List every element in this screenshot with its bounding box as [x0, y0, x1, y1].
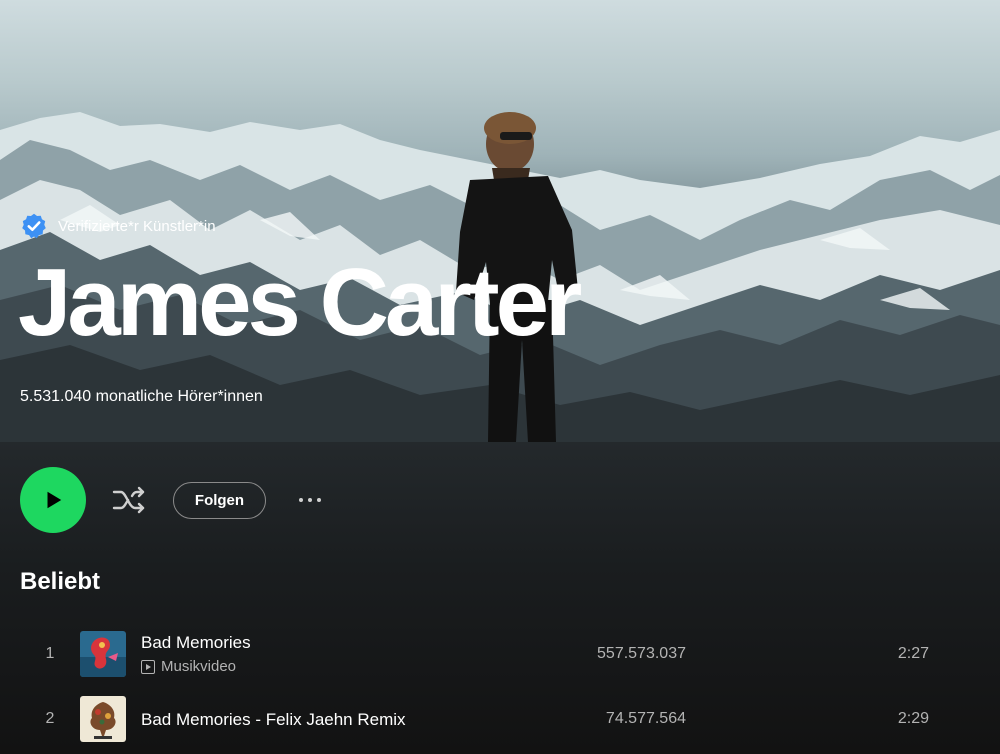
- music-video-label: Musikvideo: [141, 658, 236, 675]
- shuffle-icon: [112, 486, 145, 514]
- track-cover: [80, 696, 126, 742]
- artist-name: James Carter: [18, 249, 582, 356]
- track-row[interactable]: 1 Bad Memories Musikvideo 557.573.037 2:…: [0, 625, 1000, 683]
- artist-content: Folgen Beliebt 1 Bad Memories Musikvideo…: [0, 442, 1000, 754]
- music-video-text: Musikvideo: [161, 658, 237, 675]
- more-options-icon: [317, 498, 321, 502]
- track-duration: 2:29: [897, 710, 929, 727]
- artist-header: Verifizierte*r Künstler*in James Carter …: [0, 0, 1000, 442]
- track-title[interactable]: Bad Memories: [141, 633, 251, 653]
- follow-button[interactable]: Folgen: [173, 482, 266, 519]
- track-play-count: 74.577.564: [605, 710, 686, 727]
- track-number: 2: [45, 710, 55, 727]
- monthly-listeners: 5.531.040 monatliche Hörer*innen: [20, 388, 263, 405]
- album-cover-image: [80, 696, 126, 742]
- video-icon: [141, 659, 155, 674]
- more-options-icon: [308, 498, 312, 502]
- track-title[interactable]: Bad Memories - Felix Jaehn Remix: [141, 710, 406, 730]
- track-cover: [80, 631, 126, 677]
- track-duration: 2:27: [897, 645, 929, 662]
- play-icon: [47, 491, 62, 509]
- verified-artist-label: Verifizierte*r Künstler*in: [20, 212, 216, 240]
- more-options-icon: [299, 498, 303, 502]
- track-number: 1: [45, 645, 55, 662]
- more-options-button[interactable]: [290, 488, 330, 512]
- popular-section-title: Beliebt: [20, 568, 101, 595]
- verified-badge-icon: [22, 213, 46, 239]
- album-cover-image: [80, 631, 126, 677]
- verified-label-text: Verifizierte*r Künstler*in: [58, 217, 216, 235]
- shuffle-button[interactable]: [110, 482, 150, 518]
- track-row[interactable]: 2 Bad Memories - Felix Jaehn Remix 74.57…: [0, 690, 1000, 748]
- track-play-count: 557.573.037: [597, 645, 686, 662]
- play-button[interactable]: [20, 467, 86, 533]
